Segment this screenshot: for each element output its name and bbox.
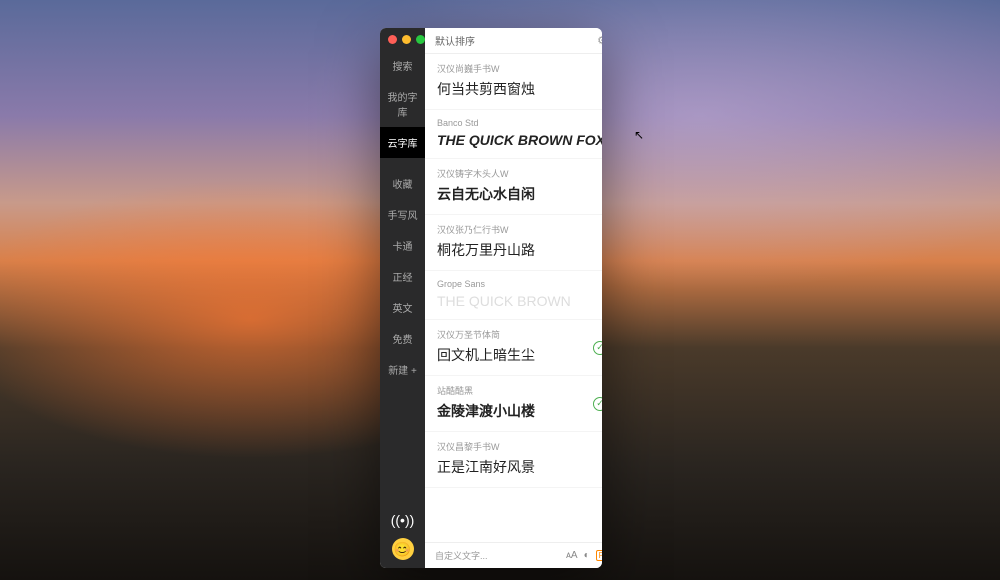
font-preview-text: 回文机上暗生尘: [437, 345, 602, 365]
sidebar-cloud-fonts[interactable]: 云字库: [380, 127, 425, 158]
footer: 自定义文字... ᴀA ◐ P: [425, 542, 602, 568]
filter-icon[interactable]: ⚙: [597, 34, 602, 47]
broadcast-icon[interactable]: ((•)): [391, 512, 415, 528]
sidebar-cartoon[interactable]: 卡通: [380, 230, 425, 261]
sort-label[interactable]: 默认排序: [435, 33, 475, 48]
font-name-label: 站酷酷黑: [437, 384, 602, 397]
font-preview-text: 何当共剪西窗烛: [437, 79, 602, 99]
font-item[interactable]: 站酷酷黑金陵津渡小山楼✓: [425, 376, 602, 432]
main-panel: 默认排序 ⚙ 汉仪尚巍手书W 何当共剪西窗烛 Banco Std THE QUICK …: [425, 28, 602, 568]
sidebar-free[interactable]: 免费: [380, 323, 425, 354]
sidebar: 搜索 我的字库 云字库 收藏 手写风 卡通 正经 英文 免费 新建 + ((•)…: [380, 28, 425, 568]
sidebar-english[interactable]: 英文: [380, 292, 425, 323]
sidebar-new[interactable]: 新建 +: [380, 354, 425, 385]
contrast-icon[interactable]: ◐: [584, 550, 590, 561]
custom-text-button[interactable]: 自定义文字...: [435, 549, 488, 562]
text-size-icon[interactable]: ᴀA: [566, 550, 578, 561]
font-item[interactable]: 汉仪张乃仁行书W 桐花万里丹山路: [425, 215, 602, 271]
font-name-label: Banco Std: [437, 118, 602, 128]
font-preview-text: THE QUICK BROWN: [437, 293, 602, 309]
sidebar-search[interactable]: 搜索: [380, 50, 425, 81]
window-controls: [380, 28, 425, 50]
close-button[interactable]: [388, 35, 397, 44]
font-item[interactable]: 汉仪昌黎手书W 正是江南好风景: [425, 432, 602, 488]
font-name-label: 汉仪张乃仁行书W: [437, 223, 602, 236]
font-list[interactable]: 汉仪尚巍手书W 何当共剪西窗烛 Banco Std THE QUICK BROWN F…: [425, 54, 602, 542]
font-preview-text: THE QUICK BROWN FOX: [437, 132, 602, 148]
font-name-label: Grope Sans: [437, 279, 602, 289]
font-name-label: 汉仪昌黎手书W: [437, 440, 602, 453]
maximize-button[interactable]: [416, 35, 425, 44]
font-preview-text: 金陵津渡小山楼: [437, 401, 602, 421]
font-item[interactable]: Banco Std THE QUICK BROWN FOX: [425, 110, 602, 159]
avatar[interactable]: 😊: [392, 538, 414, 560]
font-preview-text: 桐花万里丹山路: [437, 240, 602, 260]
sidebar-my-fonts[interactable]: 我的字库: [380, 81, 425, 127]
p-button[interactable]: P: [596, 550, 602, 561]
list-header: 默认排序 ⚙: [425, 28, 602, 54]
font-preview-text: 云自无心水自闲: [437, 184, 602, 204]
font-item[interactable]: 汉仪万圣节体简回文机上暗生尘✓: [425, 320, 602, 376]
sidebar-serious[interactable]: 正经: [380, 261, 425, 292]
app-window: 搜索 我的字库 云字库 收藏 手写风 卡通 正经 英文 免费 新建 + ((•)…: [380, 28, 602, 568]
mouse-cursor: ↖: [634, 128, 644, 142]
font-name-label: 汉仪万圣节体简: [437, 328, 602, 341]
font-name-label: 汉仪尚巍手书W: [437, 62, 602, 75]
check-icon: ✓: [593, 341, 602, 355]
check-icon: ✓: [593, 397, 602, 411]
minimize-button[interactable]: [402, 35, 411, 44]
sidebar-handwriting[interactable]: 手写风: [380, 199, 425, 230]
font-item[interactable]: 汉仪尚巍手书W 何当共剪西窗烛: [425, 54, 602, 110]
font-name-label: 汉仪铸字木头人W: [437, 167, 602, 180]
font-preview-text: 正是江南好风景: [437, 457, 602, 477]
font-item[interactable]: Grope Sans THE QUICK BROWN: [425, 271, 602, 320]
sidebar-favorites[interactable]: 收藏: [380, 168, 425, 199]
font-item[interactable]: 汉仪铸字木头人W 云自无心水自闲: [425, 159, 602, 215]
